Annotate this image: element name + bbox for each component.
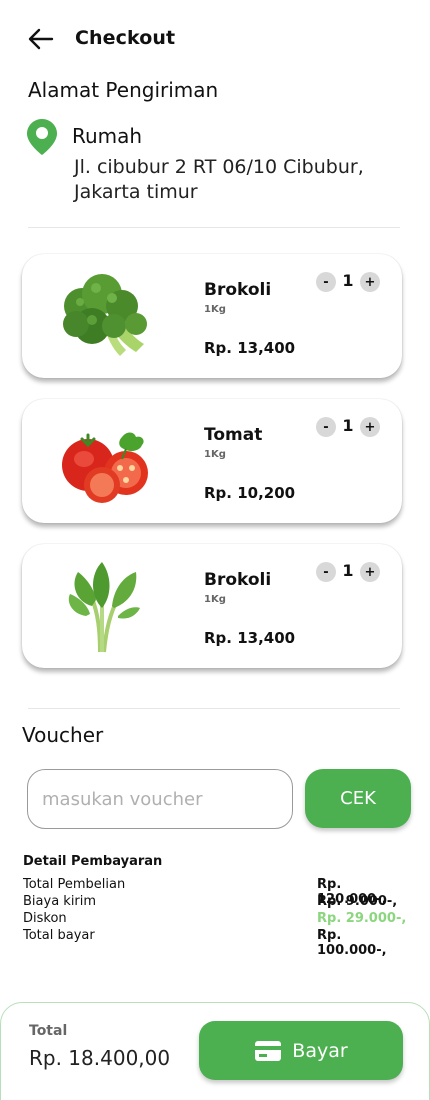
divider xyxy=(28,708,400,709)
payment-row-total-pay: Total bayar Rp. 100.000-, xyxy=(23,928,411,958)
broccoli-image xyxy=(52,268,152,364)
qty-increase-button[interactable]: + xyxy=(360,272,380,292)
product-weight: 1Kg xyxy=(204,449,226,460)
back-button[interactable] xyxy=(26,24,56,54)
total-value: Rp. 18.400,00 xyxy=(29,1046,171,1070)
cart-item: Brokoli 1Kg Rp. 13,400 - 1 + xyxy=(22,544,402,668)
payment-row-label: Total bayar xyxy=(23,928,95,943)
qty-value: 1 xyxy=(342,271,354,290)
check-voucher-button[interactable]: CEK xyxy=(305,769,411,828)
tomato-image xyxy=(52,413,152,509)
product-name: Brokoli xyxy=(204,570,272,590)
total-label: Total xyxy=(29,1023,68,1039)
app-header: Checkout xyxy=(0,0,430,78)
pay-button-label: Bayar xyxy=(292,1039,348,1062)
qty-value: 1 xyxy=(342,561,354,580)
qty-decrease-button[interactable]: - xyxy=(316,272,336,292)
payment-row-value: Rp. 29.000-, xyxy=(317,911,407,926)
product-price: Rp. 13,400 xyxy=(204,629,296,647)
payment-row-value: Rp. 9.000-, xyxy=(317,894,398,909)
product-price: Rp. 13,400 xyxy=(204,339,296,357)
divider xyxy=(28,227,400,228)
payment-details-heading: Detail Pembayaran xyxy=(23,854,163,869)
product-name: Tomat xyxy=(204,425,263,445)
payment-row-label: Biaya kirim xyxy=(23,894,97,909)
address-name: Rumah xyxy=(72,124,143,148)
payment-row-total-purchase: Total Pembelian Rp. 120.000-, xyxy=(23,877,411,907)
voucher-heading: Voucher xyxy=(22,723,104,747)
product-price: Rp. 10,200 xyxy=(204,484,296,502)
payment-row-shipping: Biaya kirim Rp. 9.000-, xyxy=(23,894,411,911)
product-name: Brokoli xyxy=(204,280,272,300)
qty-increase-button[interactable]: + xyxy=(360,562,380,582)
leafy-greens-image xyxy=(52,558,152,654)
location-pin-icon xyxy=(26,118,58,156)
qty-decrease-button[interactable]: - xyxy=(316,562,336,582)
qty-decrease-button[interactable]: - xyxy=(316,417,336,437)
wallet-icon xyxy=(255,1040,282,1061)
product-weight: 1Kg xyxy=(204,594,226,605)
cart-item: Brokoli 1Kg Rp. 13,400 - 1 + xyxy=(22,254,402,378)
qty-value: 1 xyxy=(342,416,354,435)
arrow-left-icon xyxy=(28,28,54,50)
pay-button[interactable]: Bayar xyxy=(199,1021,403,1080)
page-title: Checkout xyxy=(75,27,176,49)
product-weight: 1Kg xyxy=(204,304,226,315)
address-heading: Alamat Pengiriman xyxy=(28,78,219,102)
payment-row-label: Total Pembelian xyxy=(23,877,126,892)
qty-increase-button[interactable]: + xyxy=(360,417,380,437)
payment-row-discount: Diskon Rp. 29.000-, xyxy=(23,911,411,928)
checkout-footer: Total Rp. 18.400,00 Bayar xyxy=(0,1002,430,1100)
voucher-input[interactable] xyxy=(27,769,293,829)
payment-row-label: Diskon xyxy=(23,911,67,926)
address-line: Jl. cibubur 2 RT 06/10 Cibubur, Jakarta … xyxy=(74,156,364,203)
cart-item: Tomat 1Kg Rp. 10,200 - 1 + xyxy=(22,399,402,523)
payment-row-value: Rp. 100.000-, xyxy=(317,928,387,958)
